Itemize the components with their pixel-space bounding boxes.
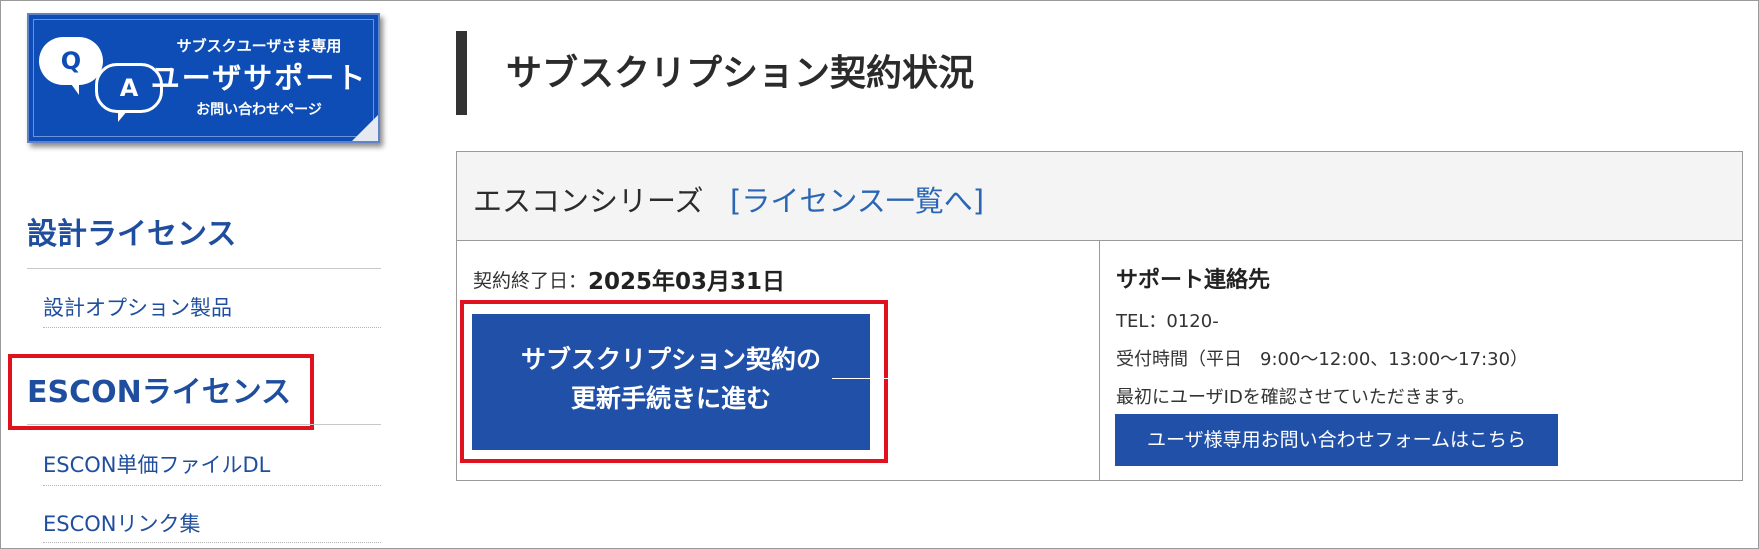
- banner-subtitle-top: サブスクユーザさま専用: [176, 37, 342, 55]
- renew-subscription-button[interactable]: サブスクリプション契約の 更新手続きに進む: [472, 314, 890, 450]
- sidebar-dotted-divider: [43, 327, 381, 328]
- contract-end-date: 2025年03月31日: [588, 269, 786, 295]
- q-letter: Q: [60, 47, 82, 75]
- support-note: 最初にユーザIDを確認させていただきます。: [1116, 387, 1476, 408]
- page-title: サブスクリプション契約状況: [506, 53, 975, 94]
- contract-end-label: 契約終了日：: [473, 270, 588, 292]
- table-column-divider: [1099, 240, 1100, 480]
- sidebar-link-escon-price-file[interactable]: ESCON単価ファイルDL: [43, 449, 270, 479]
- sidebar-link-escon-links[interactable]: ESCONリンク集: [43, 508, 201, 538]
- user-support-banner[interactable]: Q A サブスクユーザさま専用 ユーザサポート お問い合わせページ: [27, 13, 380, 143]
- sidebar-divider: [27, 424, 381, 425]
- a-letter: A: [119, 74, 139, 102]
- title-accent-bar: [456, 31, 467, 115]
- table-header-row: エスコンシリーズ [ライセンス一覧へ]: [457, 152, 1742, 241]
- contact-form-button[interactable]: ユーザ様専用お問い合わせフォームはこちら: [1115, 414, 1558, 466]
- banner-subtitle-bottom: お問い合わせページ: [196, 102, 322, 118]
- license-list-link[interactable]: [ライセンス一覧へ]: [730, 178, 984, 220]
- sidebar-heading-escon-license[interactable]: ESCONライセンス: [27, 367, 291, 411]
- license-status-table: エスコンシリーズ [ライセンス一覧へ] 契約終了日： 2025年03月31日 サ…: [456, 151, 1743, 481]
- sidebar-link-design-options[interactable]: 設計オプション製品: [43, 292, 232, 322]
- sidebar-dotted-divider: [43, 485, 381, 486]
- sidebar-heading-design-license[interactable]: 設計ライセンス: [27, 209, 236, 253]
- q-bubble-icon: Q: [39, 37, 103, 95]
- series-name: エスコンシリーズ: [473, 184, 704, 218]
- support-contact-title: サポート連絡先: [1116, 268, 1271, 293]
- sidebar-dotted-divider: [43, 542, 381, 543]
- banner-corner-fold-icon: [351, 114, 378, 141]
- renew-button-line1: サブスクリプション契約の: [520, 345, 821, 374]
- renew-button-line2: 更新手続きに進む: [570, 384, 771, 413]
- banner-title: ユーザサポート: [150, 61, 368, 95]
- support-tel: TEL：0120-: [1116, 311, 1219, 332]
- sidebar-divider: [27, 268, 381, 269]
- support-hours: 受付時間（平日 9:00〜12:00、13:00〜17:30）: [1116, 349, 1529, 370]
